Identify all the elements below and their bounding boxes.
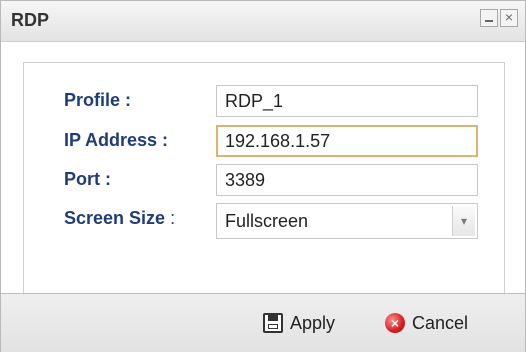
cancel-label: Cancel	[412, 312, 469, 333]
chevron-down-icon[interactable]: ▾	[452, 206, 475, 236]
screen-size-row: Screen Size : Fullscreen ▾	[24, 203, 504, 239]
close-icon: ×	[504, 9, 514, 25]
screen-size-label-colon: :	[170, 208, 176, 228]
port-label: Port :	[64, 169, 111, 189]
screen-size-label-text: Screen Size	[64, 208, 166, 228]
screen-size-select[interactable]: Fullscreen ▾	[216, 203, 478, 239]
ip-address-label: IP Address :	[64, 130, 169, 150]
port-row: Port : 3389	[24, 164, 504, 198]
profile-input[interactable]: RDP_1	[216, 85, 478, 117]
close-button[interactable]: ×	[500, 9, 518, 27]
profile-label: Profile :	[64, 90, 132, 110]
title-bar[interactable]: RDP ×	[1, 1, 525, 42]
form-panel: Profile : RDP_1 IP Address : 192.168.1.5…	[23, 62, 505, 293]
save-icon	[263, 313, 283, 333]
cancel-icon: ×	[385, 313, 405, 333]
apply-button[interactable]: Apply	[263, 311, 335, 335]
ip-address-row: IP Address : 192.168.1.57	[24, 125, 504, 159]
port-input[interactable]: 3389	[216, 164, 478, 196]
rdp-dialog: RDP × Profile : RDP_1 IP Address : 192.1…	[0, 0, 526, 352]
dialog-title: RDP	[11, 10, 50, 30]
minimize-icon	[485, 20, 493, 22]
screen-size-value: Fullscreen	[225, 211, 309, 231]
apply-label: Apply	[290, 312, 336, 333]
dialog-footer: Apply × Cancel	[1, 293, 525, 352]
minimize-button[interactable]	[480, 9, 498, 27]
cancel-button[interactable]: × Cancel	[385, 311, 468, 335]
screen-size-label: Screen Size :	[64, 208, 175, 229]
profile-row: Profile : RDP_1	[24, 85, 504, 119]
ip-address-input[interactable]: 192.168.1.57	[216, 125, 478, 157]
